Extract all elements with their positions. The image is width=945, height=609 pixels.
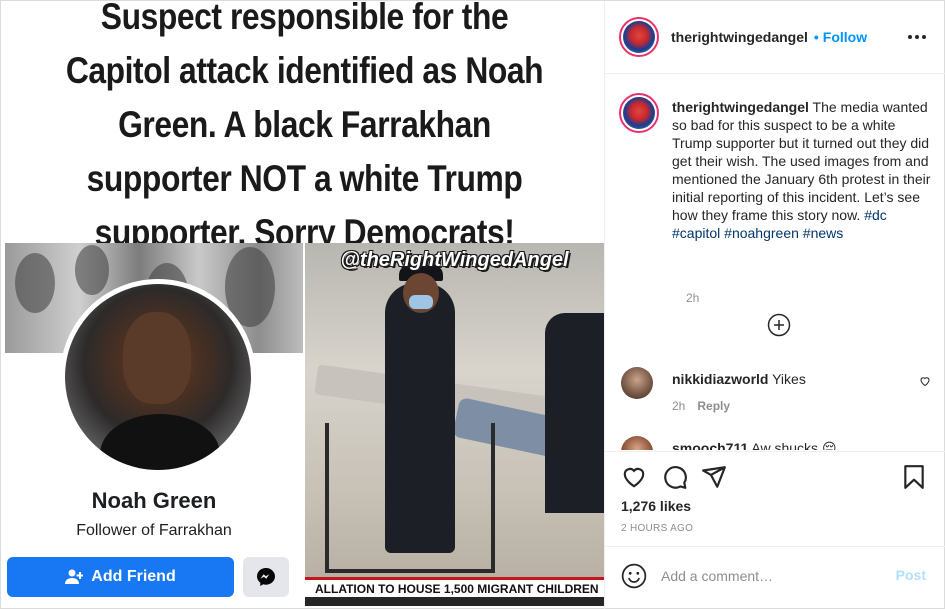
- ticker-text: ALLATION TO HOUSE 1,500 MIGRANT CHILDREN: [315, 581, 599, 596]
- profile-subtitle: Follower of Farrakhan: [76, 522, 232, 539]
- facebook-profile-screenshot: Noah Green Follower of Farrakhan Add Fri…: [5, 243, 303, 606]
- commenter-username[interactable]: smooch711: [672, 440, 748, 450]
- comment-item: smooch711 Aw shucks 😔: [619, 436, 939, 450]
- comment-input[interactable]: [661, 559, 881, 593]
- instagram-post: Suspect responsible for the Capitol atta…: [0, 0, 945, 609]
- hashtag-dc[interactable]: #dc: [864, 207, 887, 223]
- news-ticker: ALLATION TO HOUSE 1,500 MIGRANT CHILDREN: [305, 577, 604, 597]
- separator-dot: •: [813, 29, 819, 45]
- messenger-button: [243, 557, 289, 597]
- reply-button[interactable]: Reply: [697, 399, 730, 413]
- commenter-username[interactable]: nikkidiazworld: [672, 371, 768, 387]
- add-friend-button: Add Friend: [7, 557, 234, 597]
- post-comment-button[interactable]: Post: [896, 567, 926, 583]
- author-username[interactable]: therightwingedangel: [671, 29, 808, 45]
- caption-body: The media wanted so bad for this suspect…: [672, 99, 931, 223]
- follow-button[interactable]: Follow: [823, 29, 867, 45]
- emoji-icon[interactable]: [621, 563, 647, 589]
- add-person-icon: [65, 569, 84, 584]
- heart-icon[interactable]: [919, 375, 931, 387]
- bookmark-icon[interactable]: [901, 464, 927, 490]
- profile-name: Noah Green: [91, 488, 217, 513]
- comment-text: Aw shucks 😔: [751, 440, 837, 450]
- post-media[interactable]: Suspect responsible for the Capitol atta…: [5, 1, 604, 606]
- comments-section: therightwingedangel The media wanted so …: [605, 75, 945, 450]
- caption-author-avatar[interactable]: [619, 93, 659, 133]
- likes-count[interactable]: 1,276 likes: [621, 498, 691, 514]
- post-actions: 1,276 likes 2 HOURS AGO: [605, 451, 945, 546]
- caption-username[interactable]: therightwingedangel: [672, 99, 809, 115]
- comment-text: Yikes: [772, 371, 806, 387]
- add-friend-label: Add Friend: [91, 568, 176, 585]
- post-timestamp: 2 HOURS AGO: [621, 523, 694, 534]
- hashtag-noahgreen[interactable]: #noahgreen: [724, 225, 799, 241]
- author-avatar[interactable]: [619, 17, 659, 57]
- news-photo: @theRightWingedAngel ALLATION TO HOUSE 1…: [305, 243, 604, 606]
- post-header: therightwingedangel • Follow: [605, 1, 945, 74]
- profile-avatar: [60, 279, 256, 475]
- commenter-avatar[interactable]: [621, 436, 653, 450]
- commenter-avatar[interactable]: [621, 367, 653, 399]
- headline-image-text: Suspect responsible for the Capitol atta…: [5, 1, 604, 253]
- headline-text: Suspect responsible for the Capitol atta…: [65, 1, 544, 253]
- more-options-icon[interactable]: [908, 29, 928, 45]
- hashtag-capitol[interactable]: #capitol: [672, 225, 720, 241]
- comment-icon[interactable]: [662, 464, 688, 490]
- watermark-text: @theRightWingedAngel: [340, 249, 569, 271]
- hashtag-news[interactable]: #news: [803, 225, 843, 241]
- comment-timestamp: 2h: [672, 399, 686, 413]
- heart-icon[interactable]: [621, 464, 647, 490]
- messenger-icon: [257, 568, 275, 586]
- post-side-panel: therightwingedangel • Follow therightwin…: [604, 1, 945, 609]
- add-comment-bar: Post: [605, 546, 945, 604]
- comment-item: nikkidiazworld Yikes 2h Reply: [619, 367, 939, 427]
- share-icon[interactable]: [701, 464, 727, 490]
- plus-circle-icon[interactable]: [767, 313, 791, 337]
- caption-timestamp: 2h: [686, 291, 700, 305]
